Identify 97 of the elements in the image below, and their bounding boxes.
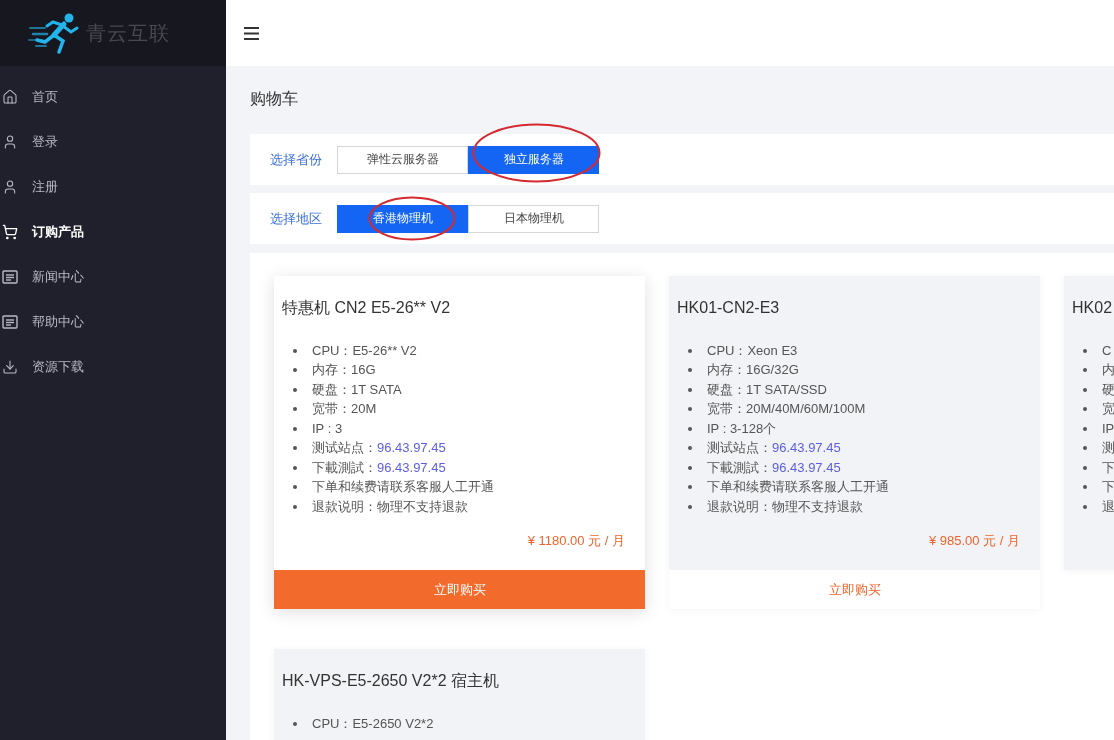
- sidebar-item-label: 新闻中心: [32, 267, 84, 286]
- sidebar-item-label: 登录: [32, 132, 58, 151]
- sidebar-item[interactable]: 首页: [0, 74, 226, 119]
- home-icon: [2, 88, 18, 105]
- price: ¥ 985.00 元 / 月: [928, 531, 1020, 550]
- spec-text: CPU：E5-2650 V2*2: [312, 714, 434, 733]
- spec-text: 内存：16G/32G: [707, 361, 799, 380]
- bullet-icon: [293, 426, 297, 431]
- spec-text: 宽带：20M/40M/60M/100M: [707, 400, 866, 419]
- bullet-icon: [293, 407, 297, 412]
- spec-text: IP : 3: [312, 421, 343, 437]
- filter-label: 选择省份: [270, 150, 322, 169]
- bullet-icon: [688, 387, 692, 392]
- filter-option[interactable]: 弹性云服务器: [337, 145, 468, 174]
- spec-text: 宽: [1102, 400, 1114, 419]
- bullet-icon: [293, 504, 297, 509]
- sidebar-item[interactable]: 新闻中心: [0, 254, 226, 299]
- bullet-icon: [1083, 348, 1087, 353]
- bullet-icon: [293, 387, 297, 392]
- bullet-icon: [688, 485, 692, 490]
- document-icon: [2, 313, 18, 330]
- spec-text: 硬盘：1T SATA: [312, 380, 402, 399]
- sidebar-item[interactable]: 帮助中心: [0, 299, 226, 344]
- bullet-icon: [293, 446, 297, 451]
- ip-link[interactable]: 96.43.97.45: [377, 459, 446, 475]
- sidebar-item[interactable]: 登录: [0, 119, 226, 164]
- user-icon: [2, 133, 18, 150]
- bullet-icon: [293, 368, 297, 373]
- filter-label: 选择地区: [270, 209, 322, 228]
- bullet-icon: [1083, 465, 1087, 470]
- bullet-icon: [293, 485, 297, 490]
- filter-option[interactable]: 日本物理机: [468, 204, 599, 233]
- download-icon: [2, 358, 18, 375]
- bullet-icon: [688, 426, 692, 431]
- sidebar-item-label: 首页: [32, 87, 58, 106]
- sidebar-item[interactable]: 订购产品: [0, 209, 226, 254]
- sidebar-item[interactable]: 注册: [0, 164, 226, 209]
- spec-text: 硬盘：1T SATA/SSD: [707, 380, 827, 399]
- bullet-icon: [293, 348, 297, 353]
- spec-text: IP: [1102, 421, 1114, 437]
- filter-option[interactable]: 独立服务器: [468, 145, 599, 174]
- spec-text: C: [1102, 343, 1112, 359]
- bullet-icon: [688, 348, 692, 353]
- bullet-icon: [1083, 407, 1087, 412]
- bullet-icon: [1083, 504, 1087, 509]
- product-title: 特惠机 CN2 E5-26** V2: [282, 298, 452, 318]
- spec-text: 下单和续费请联系客服人工开通: [707, 478, 889, 497]
- menu-button[interactable]: [244, 26, 259, 40]
- spec-text: CPU：E5-26** V2: [312, 341, 417, 360]
- spec-text: 内存：16G: [312, 361, 376, 380]
- product-title: HK01-CN2-E3: [677, 298, 781, 318]
- spec-text: 下載測試：96.43.97.45: [707, 458, 841, 477]
- spec-text: CPU：Xeon E3: [707, 341, 798, 360]
- sidebar-item-label: 注册: [32, 177, 58, 196]
- ip-link[interactable]: 96.43.97.45: [377, 440, 446, 456]
- bullet-icon: [1083, 387, 1087, 392]
- document-icon: [2, 268, 18, 285]
- filter-option[interactable]: 香港物理机: [337, 204, 468, 233]
- menu-icon: [244, 26, 259, 40]
- spec-text: 下載測試：96.43.97.45: [312, 458, 446, 477]
- cart-icon: [2, 223, 18, 240]
- bullet-icon: [293, 721, 297, 726]
- spec-text: 下: [1102, 478, 1114, 497]
- bullet-icon: [688, 465, 692, 470]
- runner-logo-icon: [28, 11, 80, 55]
- sidebar-item-label: 帮助中心: [32, 312, 84, 331]
- spec-text: 退款说明：物理不支持退款: [312, 497, 468, 516]
- spec-text: 下: [1102, 458, 1114, 477]
- price: ¥ 1180.00 元 / 月: [527, 531, 625, 550]
- product-title: HK-VPS-E5-2650 V2*2 宿主机: [282, 671, 500, 691]
- ip-link[interactable]: 96.43.97.45: [772, 459, 841, 475]
- bullet-icon: [1083, 368, 1087, 373]
- user-icon: [2, 178, 18, 195]
- spec-text: 测: [1102, 439, 1114, 458]
- spec-text: 退: [1102, 497, 1114, 516]
- spec-text: IP : 3-128个: [707, 419, 777, 438]
- sidebar-item[interactable]: 资源下载: [0, 344, 226, 389]
- spec-text: 退款说明：物理不支持退款: [707, 497, 863, 516]
- spec-text: 内: [1102, 361, 1114, 380]
- bullet-icon: [688, 368, 692, 373]
- bullet-icon: [688, 446, 692, 451]
- page-title: 购物车: [250, 89, 299, 109]
- spec-text: 测试站点：96.43.97.45: [312, 439, 446, 458]
- bullet-icon: [688, 407, 692, 412]
- spec-text: 宽带：20M: [312, 400, 377, 419]
- bullet-icon: [293, 465, 297, 470]
- bullet-icon: [1083, 426, 1087, 431]
- bullet-icon: [1083, 446, 1087, 451]
- spec-text: 下单和续费请联系客服人工开通: [312, 478, 494, 497]
- spec-text: 硬: [1102, 380, 1114, 399]
- sidebar-item-label: 资源下载: [32, 357, 84, 376]
- ip-link[interactable]: 96.43.97.45: [772, 440, 841, 456]
- product-title: HK02: [1072, 298, 1114, 318]
- bullet-icon: [688, 504, 692, 509]
- spec-text: 测试站点：96.43.97.45: [707, 439, 841, 458]
- bullet-icon: [1083, 485, 1087, 490]
- sidebar-item-label: 订购产品: [32, 222, 84, 241]
